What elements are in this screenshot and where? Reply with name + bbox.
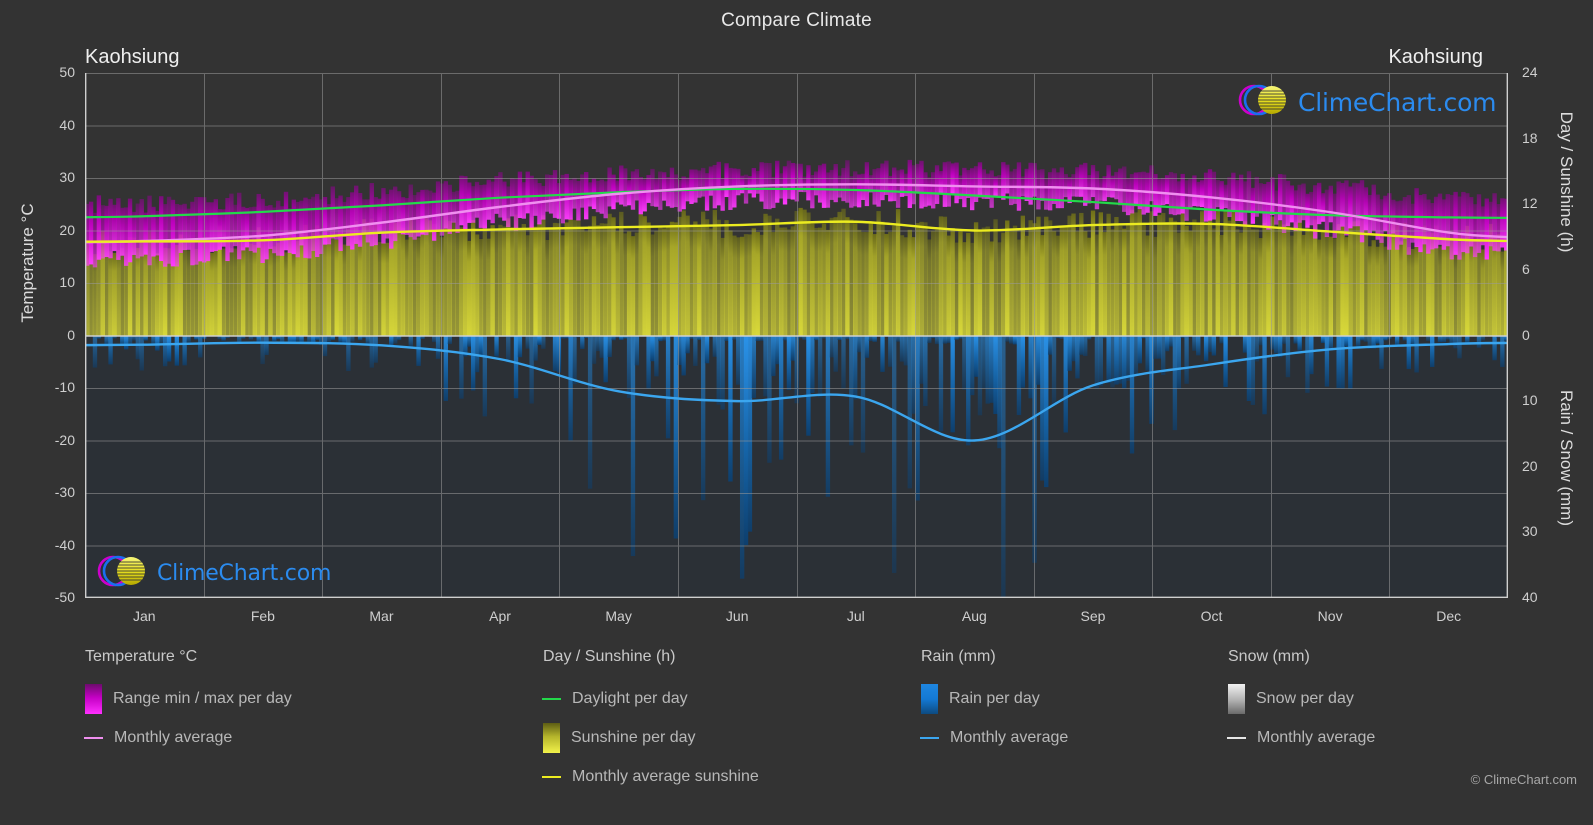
x-tick-feb: Feb	[250, 608, 275, 624]
x-tick-aug: Aug	[961, 608, 987, 624]
legend-swatch-icon	[1228, 683, 1245, 714]
legend-item-label: Daylight per day	[572, 689, 688, 707]
legend-item-label: Rain per day	[949, 689, 1040, 707]
chart-legend: Temperature °C Range min / max per day Mon…	[0, 648, 1593, 818]
y-tick-right-mm-20: 20	[1522, 457, 1538, 474]
y-tick-left--50: -50	[54, 589, 75, 605]
legend-group-3: Snow (mm) Snow per day Monthly average	[1227, 648, 1376, 757]
climechart-logo-icon-bottom	[95, 553, 153, 594]
x-tick-jan: Jan	[132, 608, 156, 624]
legend-item[interactable]: Monthly average	[1227, 718, 1376, 757]
legend-item-label: Monthly average	[114, 728, 233, 746]
climechart-logo-icon	[1236, 82, 1294, 123]
y-tick-right-hours-18: 18	[1522, 129, 1538, 146]
watermark-logo-top: ClimeChart.com	[1236, 82, 1497, 123]
legend-group-2: Rain (mm) Rain per day Monthly average	[920, 648, 1069, 757]
y-tick-left-40: 40	[59, 116, 75, 133]
x-tick-jun: Jun	[725, 608, 749, 624]
copyright-notice: © ClimeChart.com	[1470, 772, 1577, 787]
x-tick-dec: Dec	[1436, 608, 1462, 624]
watermark-logo-bottom: ClimeChart.com	[95, 553, 331, 594]
y-tick-right-hours-12: 12	[1522, 195, 1538, 212]
x-tick-apr: Apr	[489, 608, 511, 624]
watermark-text-bottom: ClimeChart.com	[157, 561, 332, 586]
legend-item-label: Sunshine per day	[571, 728, 696, 746]
y-tick-left--40: -40	[54, 536, 75, 553]
legend-swatch-icon	[921, 683, 938, 714]
legend-item[interactable]: Range min / max per day	[85, 679, 292, 718]
legend-heading: Rain (mm)	[921, 648, 996, 665]
y-tick-right-hours-6: 6	[1522, 260, 1530, 277]
legend-line-icon	[920, 736, 939, 739]
legend-item[interactable]: Monthly average sunshine	[542, 757, 759, 796]
y-tick-left--10: -10	[54, 379, 75, 395]
legend-item-label: Snow per day	[1256, 689, 1354, 707]
y-tick-left--30: -30	[54, 484, 75, 500]
x-tick-oct: Oct	[1200, 608, 1223, 624]
climate-chart-page: Compare Climate Kaohsiung Kaohsiung Temp…	[0, 0, 1593, 825]
legend-item-label: Range min / max per day	[113, 689, 292, 707]
legend-item-label: Monthly average	[1257, 728, 1376, 746]
legend-item[interactable]: Monthly average	[920, 718, 1069, 757]
y-tick-left-50: 50	[59, 64, 75, 80]
y-axis-right-title-top: Day / Sunshine (h)	[1557, 111, 1576, 253]
y-tick-right-mm-40: 40	[1522, 589, 1538, 605]
y-tick-right-mm-30: 30	[1522, 523, 1538, 540]
legend-line-icon	[542, 697, 561, 700]
climate-chart-svg	[85, 73, 1508, 598]
y-tick-left--20: -20	[54, 431, 75, 448]
legend-heading: Temperature °C	[85, 648, 198, 665]
legend-item[interactable]: Daylight per day	[542, 679, 759, 718]
legend-item[interactable]: Snow per day	[1228, 679, 1375, 718]
legend-line-icon	[1227, 736, 1246, 739]
y-tick-left-30: 30	[59, 169, 75, 185]
legend-swatch-icon	[543, 722, 560, 753]
legend-group-1: Day / Sunshine (h) Daylight per day Sunshi…	[542, 648, 759, 796]
legend-item[interactable]: Monthly average	[84, 718, 292, 757]
x-tick-may: May	[605, 608, 632, 624]
page-title: Compare Climate	[721, 10, 872, 31]
legend-item[interactable]: Rain per day	[921, 679, 1068, 718]
legend-heading: Snow (mm)	[1228, 648, 1310, 665]
legend-item-label: Monthly average	[950, 728, 1069, 746]
x-tick-nov: Nov	[1317, 608, 1343, 624]
station-name-left: Kaohsiung	[85, 46, 180, 68]
legend-item[interactable]: Sunshine per day	[543, 718, 759, 757]
legend-swatch-icon	[85, 683, 102, 714]
x-tick-mar: Mar	[369, 608, 394, 624]
legend-line-icon	[542, 775, 561, 778]
y-tick-right-hours-0: 0	[1522, 326, 1530, 343]
y-tick-right-hours-24: 24	[1522, 64, 1538, 80]
legend-item-label: Monthly average sunshine	[572, 767, 759, 785]
legend-group-0: Temperature °C Range min / max per day Mon…	[84, 648, 292, 757]
station-name-right: Kaohsiung	[1388, 46, 1483, 68]
legend-line-icon	[84, 736, 103, 739]
x-tick-jul: Jul	[846, 608, 865, 624]
y-tick-left-0: 0	[67, 326, 75, 343]
y-tick-left-10: 10	[59, 274, 75, 290]
x-tick-sep: Sep	[1080, 608, 1106, 624]
chart-plot-area	[85, 73, 1508, 598]
watermark-text-top: ClimeChart.com	[1298, 88, 1497, 117]
y-tick-right-mm-10: 10	[1522, 392, 1538, 409]
legend-heading: Day / Sunshine (h)	[543, 648, 676, 665]
y-tick-left-20: 20	[59, 221, 75, 238]
